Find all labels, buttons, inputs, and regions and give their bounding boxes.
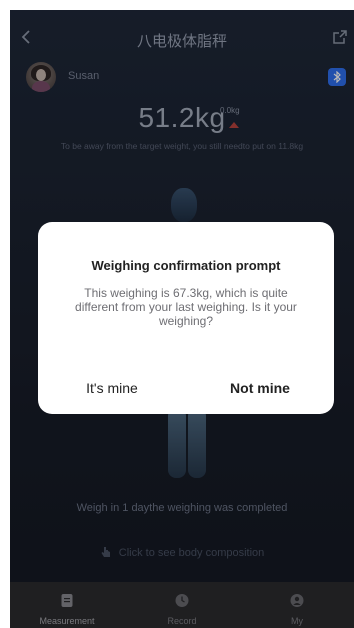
dialog-message: This weighing is 67.3kg, which is quite … xyxy=(75,286,297,328)
dialog-title: Weighing confirmation prompt xyxy=(91,258,281,273)
its-mine-button[interactable]: It's mine xyxy=(52,380,172,396)
not-mine-button[interactable]: Not mine xyxy=(200,380,320,396)
weighing-confirmation-dialog: Weighing confirmation prompt This weighi… xyxy=(38,222,334,414)
